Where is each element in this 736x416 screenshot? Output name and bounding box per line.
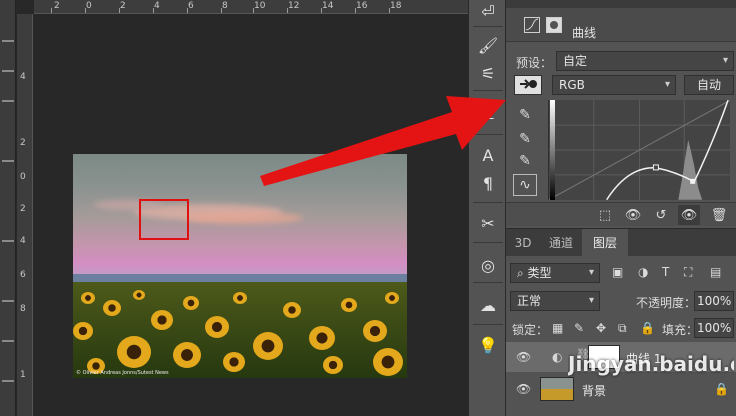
blend-mode-value: 正常 bbox=[517, 294, 542, 308]
gray-point-eyedropper-icon[interactable]: ✎ bbox=[513, 128, 537, 150]
properties-title: 曲线 bbox=[572, 26, 597, 40]
layer-filter-value: 类型 bbox=[527, 266, 552, 280]
adjustment-layer-icon: ◐ bbox=[552, 350, 563, 364]
eye-icon[interactable]: 👁 bbox=[516, 382, 531, 396]
lock-pixels-icon[interactable]: ✎ bbox=[574, 321, 584, 335]
creative-cloud-icon[interactable]: ☁ bbox=[476, 294, 500, 316]
lock-artboard-icon[interactable]: ⧉ bbox=[618, 321, 627, 336]
properties-footer: ⬚ 👁 ↺ 👁 🗑 bbox=[506, 202, 736, 226]
ruler-label: 0 bbox=[20, 172, 26, 182]
search-icon: ⌕ bbox=[517, 266, 528, 280]
watermark: Jingyan.baidu.com bbox=[568, 352, 734, 376]
fill-input[interactable]: 100% bbox=[694, 318, 734, 338]
layers-tab-bar: 3D 通道 图层 bbox=[506, 228, 736, 257]
canvas-area: 2 0 2 4 6 8 10 12 14 16 18 4 2 0 2 4 6 8… bbox=[0, 0, 468, 416]
channel-select[interactable]: RGB ▾ bbox=[552, 75, 676, 95]
ruler-label: 14 bbox=[322, 1, 334, 11]
sky-region bbox=[73, 154, 407, 284]
curves-adjustment-icon[interactable] bbox=[524, 17, 540, 33]
layer-name: 背景 bbox=[582, 384, 607, 398]
target-adjust-button[interactable] bbox=[514, 75, 542, 95]
chevron-down-icon: ▾ bbox=[588, 267, 594, 278]
panel-top-bar bbox=[506, 0, 736, 8]
ruler-label: 4 bbox=[20, 236, 26, 246]
ruler-label: 0 bbox=[86, 1, 92, 11]
preset-select[interactable]: 自定 ▾ bbox=[556, 51, 734, 71]
ruler-label: 12 bbox=[288, 1, 300, 11]
3d-icon[interactable]: ◎ bbox=[476, 254, 500, 276]
eye-icon[interactable]: 👁 bbox=[516, 350, 531, 364]
ruler-label: 8 bbox=[222, 1, 228, 11]
view-previous-state-icon[interactable]: 👁 bbox=[622, 205, 644, 225]
white-point-eyedropper-icon[interactable]: ✎ bbox=[513, 150, 537, 172]
learn-icon[interactable]: 💡 bbox=[476, 334, 500, 356]
panel-tool-column: ⏎ 🖌 ⚟ ⊥ A ¶ ✂ ◎ ☁ 💡 bbox=[468, 0, 506, 416]
document-image[interactable]: © Olivier Andreas Jonns/Sutest News bbox=[73, 154, 407, 378]
history-icon[interactable]: ⏎ bbox=[476, 0, 500, 22]
ruler-label: 8 bbox=[20, 304, 26, 314]
curve-edit-icon[interactable]: ∿ bbox=[513, 174, 537, 196]
annotation-rectangle bbox=[139, 199, 189, 240]
ruler-label: 6 bbox=[20, 270, 26, 280]
filter-type-icon[interactable]: T bbox=[662, 265, 669, 279]
tab-3d[interactable]: 3D bbox=[506, 229, 540, 257]
visibility-icon[interactable]: 👁 bbox=[678, 205, 700, 225]
fill-label: 填充： bbox=[662, 323, 699, 337]
lock-transparent-icon[interactable]: ▦ bbox=[552, 321, 563, 335]
clip-to-layer-icon[interactable]: ⬚ bbox=[594, 205, 616, 225]
ruler-vertical: 4 2 0 2 4 6 8 1 bbox=[17, 14, 33, 416]
brush-icon[interactable]: 🖌 bbox=[476, 34, 500, 56]
lock-all-icon[interactable]: 🔒 bbox=[640, 321, 655, 335]
preset-value: 自定 bbox=[563, 54, 588, 68]
filter-adjustment-icon[interactable]: ◑ bbox=[638, 265, 648, 279]
delete-icon[interactable]: 🗑 bbox=[708, 205, 730, 225]
ruler-label: 2 bbox=[20, 204, 26, 214]
lock-label: 锁定： bbox=[512, 323, 549, 337]
chevron-down-icon: ▾ bbox=[588, 295, 594, 306]
black-point-eyedropper-icon[interactable]: ✎ bbox=[513, 104, 537, 126]
layer-filter-select[interactable]: ⌕ 类型 ▾ bbox=[510, 263, 600, 283]
input-gradient bbox=[550, 100, 555, 200]
layer-mask-icon[interactable] bbox=[546, 17, 562, 33]
ruler-label: 1 bbox=[20, 370, 26, 380]
chevron-down-icon: ▾ bbox=[664, 79, 670, 90]
curves-graph[interactable] bbox=[548, 100, 730, 200]
filter-smart-object-icon[interactable]: ▤ bbox=[710, 265, 721, 279]
filter-shape-icon[interactable]: ⛶ bbox=[684, 265, 692, 280]
ruler-label: 2 bbox=[20, 138, 26, 148]
lock-position-icon[interactable]: ✥ bbox=[596, 321, 606, 335]
left-tool-strip bbox=[0, 0, 16, 416]
auto-button[interactable]: 自动 bbox=[684, 75, 734, 95]
lock-icon: 🔒 bbox=[714, 382, 729, 396]
preset-label: 预设： bbox=[516, 56, 553, 70]
filter-pixel-icon[interactable]: ▣ bbox=[612, 265, 623, 279]
ruler-label: 2 bbox=[120, 1, 126, 11]
paragraph-icon[interactable]: ¶ bbox=[476, 172, 500, 194]
chevron-down-icon: ▾ bbox=[722, 55, 728, 66]
photo-credit: © Olivier Andreas Jonns/Sutest News bbox=[76, 370, 169, 376]
tab-channels[interactable]: 通道 bbox=[540, 229, 582, 257]
reset-icon[interactable]: ↺ bbox=[650, 205, 672, 225]
ruler-label: 18 bbox=[390, 1, 402, 11]
blend-mode-select[interactable]: 正常 ▾ bbox=[510, 291, 600, 311]
ruler-label: 4 bbox=[154, 1, 160, 11]
ruler-label: 6 bbox=[188, 1, 194, 11]
ruler-label: 10 bbox=[254, 1, 266, 11]
opacity-input[interactable]: 100% bbox=[694, 291, 734, 311]
clone-stamp-icon[interactable]: ⊥ bbox=[476, 102, 500, 124]
brush-settings-icon[interactable]: ⚟ bbox=[476, 62, 500, 84]
ruler-horizontal: 2 0 2 4 6 8 10 12 14 16 18 bbox=[34, 0, 468, 14]
channel-value: RGB bbox=[559, 78, 585, 92]
ruler-label: 4 bbox=[20, 72, 26, 82]
ruler-label: 2 bbox=[54, 1, 60, 11]
character-icon[interactable]: A bbox=[476, 144, 500, 166]
sunflower-field bbox=[73, 282, 407, 378]
properties-header: 曲线 bbox=[506, 8, 736, 42]
opacity-label: 不透明度： bbox=[636, 296, 697, 310]
tab-layers[interactable]: 图层 bbox=[582, 229, 628, 257]
tool-presets-icon[interactable]: ✂ bbox=[476, 212, 500, 234]
ruler-label: 16 bbox=[356, 1, 368, 11]
